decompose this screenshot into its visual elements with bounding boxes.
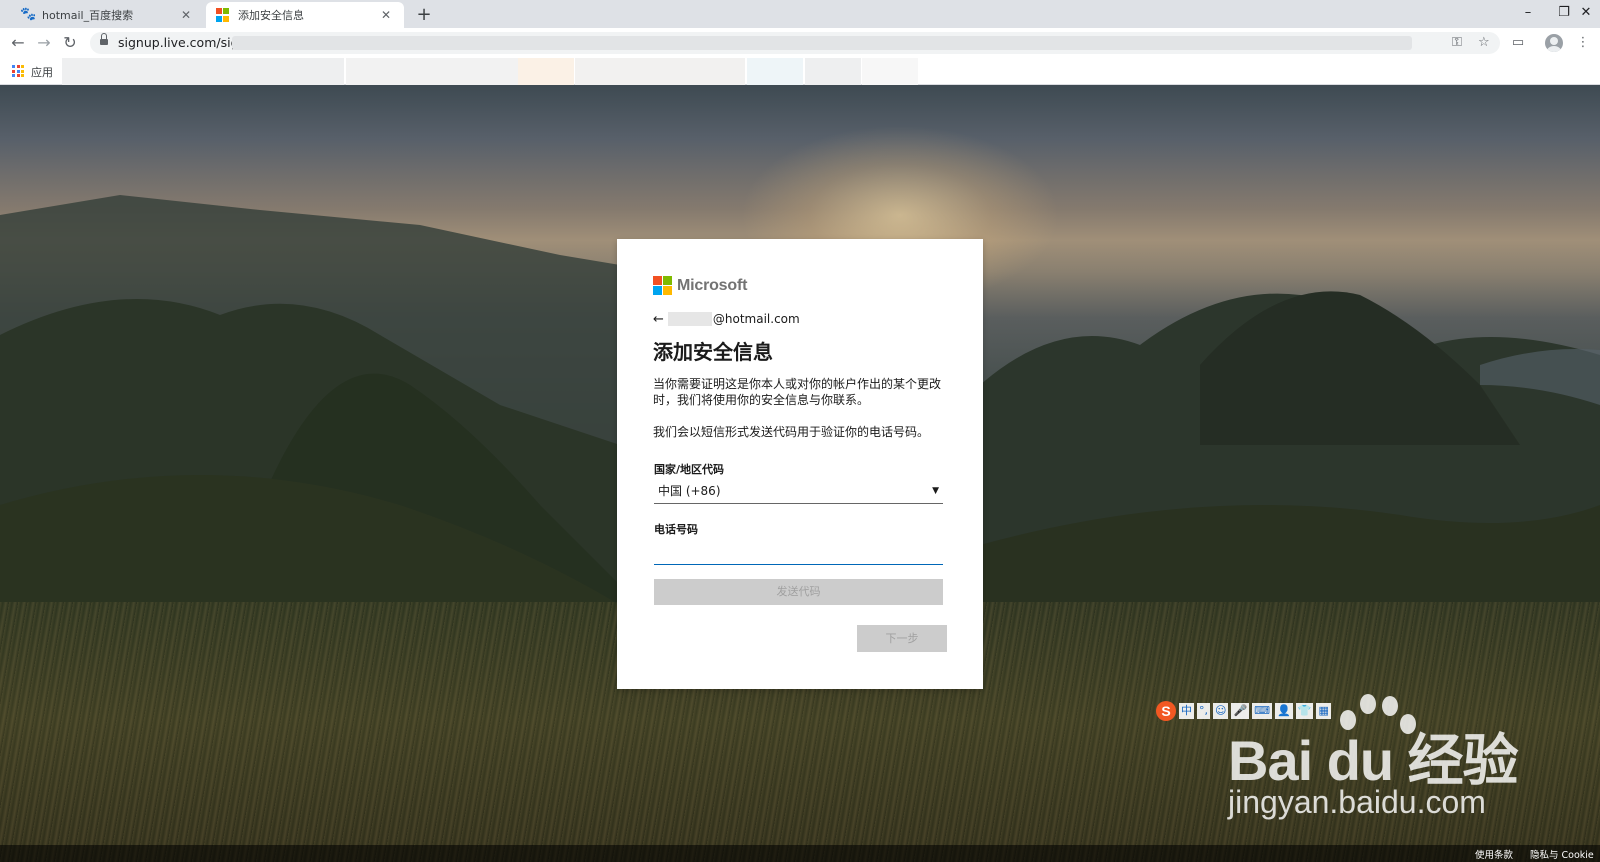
close-tab-icon[interactable]: ✕ [178,7,194,23]
apps-grid-icon[interactable] [12,65,24,77]
description-text: 当你需要证明这是你本人或对你的帐户作出的某个更改时，我们将使用你的安全信息与你联… [653,377,942,407]
phone-number-label: 电话号码 [654,523,698,536]
reload-icon[interactable]: ↻ [59,32,81,54]
tab-baidu-search[interactable]: 🐾 hotmail_百度搜索 ✕ [10,2,204,28]
microsoft-squares-icon [653,276,672,295]
lock-icon [100,33,108,47]
close-window-button[interactable]: ✕ [1572,0,1600,28]
country-code-label: 国家/地区代码 [654,463,725,476]
baidu-paw-icon: 🐾 [20,7,37,22]
close-tab-icon[interactable]: ✕ [378,7,394,23]
sms-note-text: 我们会以短信形式发送代码用于验证你的电话号码。 [653,425,930,439]
country-code-select[interactable]: 中国 (+86) ▼ [654,480,943,504]
phone-number-input[interactable] [654,539,943,565]
minimize-button[interactable]: – [1510,0,1546,28]
tab-add-security-info[interactable]: 添加安全信息 ✕ [206,2,404,28]
bookmark-redacted[interactable] [747,58,803,85]
tab-title: 添加安全信息 [238,9,304,22]
star-icon[interactable]: ☆ [1478,35,1490,50]
apps-label[interactable]: 应用 [31,64,53,80]
bookmark-redacted[interactable] [518,58,574,85]
browser-toolbar: ← → ↻ signup.live.com/sign ⚿ ☆ ▭ ⋮ [0,28,1600,58]
dropdown-arrow-icon: ▼ [932,486,939,496]
terms-link[interactable]: 使用条款 [1475,847,1513,861]
page-title: 添加安全信息 [653,340,773,364]
url-text: signup.live.com/sign [118,35,247,50]
ime-mode-toggle[interactable]: 中 [1179,703,1194,719]
bookmark-redacted[interactable] [805,58,861,85]
microsoft-wordmark: Microsoft [677,276,748,294]
email-username-redacted [667,312,712,326]
punctuation-icon[interactable]: °, [1197,703,1210,719]
emoji-icon[interactable]: ☺ [1213,703,1229,719]
address-bar[interactable]: signup.live.com/sign ⚿ ☆ [90,32,1500,54]
security-info-card: Microsoft ← @hotmail.com 添加安全信息 当你需要证明这是… [617,239,983,689]
back-arrow-icon[interactable]: ← [653,312,664,327]
menu-icon[interactable]: ⋮ [1573,33,1593,53]
send-code-button[interactable]: 发送代码 [654,579,943,605]
bookmarks-bar: 应用 [0,58,1600,85]
bookmark-redacted[interactable] [62,58,344,85]
country-code-value: 中国 (+86) [658,484,721,498]
tab-strip: 🐾 hotmail_百度搜索 ✕ 添加安全信息 ✕ + – ❐ ✕ [0,0,1600,28]
back-icon[interactable]: ← [7,32,29,54]
tab-title: hotmail_百度搜索 [42,9,134,22]
new-tab-button[interactable]: + [412,4,436,26]
key-icon[interactable]: ⚿ [1452,35,1462,50]
profile-avatar-icon[interactable] [1545,34,1563,52]
url-redacted [232,36,1412,50]
page-footer: 使用条款 隐私与 Cookie [0,845,1600,862]
privacy-link[interactable]: 隐私与 Cookie [1530,847,1594,861]
watermark-url: jingyan.baidu.com [1228,784,1486,820]
forward-icon[interactable]: → [33,32,55,54]
bookmark-redacted[interactable] [575,58,745,85]
email-domain: @hotmail.com [712,312,800,326]
bookmark-redacted[interactable] [346,58,518,85]
microsoft-icon [216,8,230,22]
next-button[interactable]: 下一步 [857,625,947,652]
cast-icon[interactable]: ▭ [1508,33,1528,53]
microsoft-logo: Microsoft [653,276,747,295]
account-identity: ← @hotmail.com [653,311,800,327]
sogou-ime-icon[interactable]: S [1156,701,1176,721]
bookmark-redacted[interactable] [862,58,918,85]
